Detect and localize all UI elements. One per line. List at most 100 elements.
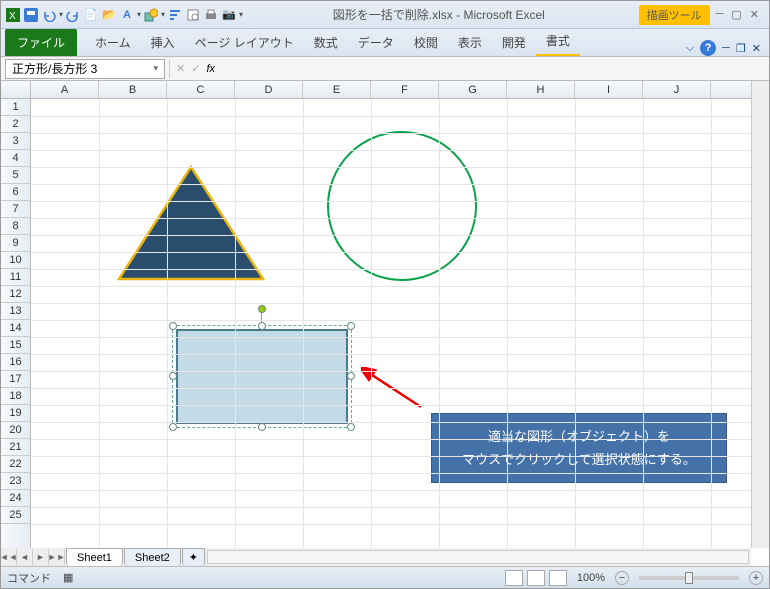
resize-handle-bl[interactable] (169, 423, 177, 431)
row-header[interactable]: 12 (1, 286, 30, 303)
macro-record-icon[interactable]: ▦ (63, 571, 73, 584)
zoom-out-button[interactable]: − (615, 571, 629, 585)
resize-handle-tl[interactable] (169, 322, 177, 330)
close-icon[interactable]: ✕ (750, 8, 759, 21)
camera-icon[interactable]: 📷 (221, 7, 237, 23)
name-box-dropdown-icon[interactable]: ▾ (153, 63, 158, 74)
resize-handle-mr[interactable] (347, 372, 355, 380)
resize-handle-br[interactable] (347, 423, 355, 431)
shapes-dropdown[interactable]: ▾ (161, 10, 165, 19)
row-header[interactable]: 20 (1, 422, 30, 439)
tab-formulas[interactable]: 数式 (304, 29, 348, 56)
row-header[interactable]: 1 (1, 99, 30, 116)
save-icon[interactable] (23, 7, 39, 23)
row-header[interactable]: 6 (1, 184, 30, 201)
shapes-icon[interactable] (143, 7, 159, 23)
workbook-minimize-icon[interactable]: ─ (722, 42, 730, 54)
print-icon[interactable] (203, 7, 219, 23)
sheet-tab-2[interactable]: Sheet2 (124, 548, 181, 566)
tab-home[interactable]: ホーム (85, 29, 141, 56)
col-header[interactable]: E (303, 81, 371, 98)
row-header[interactable]: 24 (1, 490, 30, 507)
ribbon-collapse-icon[interactable]: ⌵ (686, 42, 694, 55)
qat-a-icon[interactable]: A (119, 7, 135, 23)
tab-data[interactable]: データ (348, 29, 404, 56)
select-all-button[interactable] (1, 81, 31, 99)
row-header[interactable]: 5 (1, 167, 30, 184)
view-pagebreak-icon[interactable] (549, 570, 567, 586)
col-header[interactable]: G (439, 81, 507, 98)
col-header[interactable]: J (643, 81, 711, 98)
resize-handle-ml[interactable] (169, 372, 177, 380)
col-header[interactable]: C (167, 81, 235, 98)
cancel-icon[interactable]: ✕ (176, 62, 185, 75)
sort-icon[interactable] (167, 7, 183, 23)
tab-format[interactable]: 書式 (536, 27, 580, 56)
qat-a-dropdown[interactable]: ▾ (137, 10, 141, 19)
row-header[interactable]: 13 (1, 303, 30, 320)
undo-dropdown[interactable]: ▾ (59, 10, 63, 19)
row-header[interactable]: 9 (1, 235, 30, 252)
sheet-tab-1[interactable]: Sheet1 (66, 548, 123, 566)
sheet-nav-first[interactable]: ◄◄ (1, 549, 17, 565)
enter-icon[interactable]: ✓ (191, 62, 200, 75)
help-icon[interactable]: ? (700, 40, 716, 56)
vertical-scrollbar[interactable] (751, 81, 769, 548)
sheet-nav-last[interactable]: ►► (49, 549, 65, 565)
workbook-close-icon[interactable]: ✕ (752, 42, 761, 55)
sheet-nav-next[interactable]: ► (33, 549, 49, 565)
new-icon[interactable]: 📄 (83, 7, 99, 23)
maximize-icon[interactable]: ▢ (731, 8, 741, 21)
circle-shape[interactable] (327, 131, 477, 281)
rotate-handle[interactable] (258, 305, 266, 313)
name-box[interactable]: 正方形/長方形 3 ▾ (5, 59, 165, 79)
open-icon[interactable]: 📂 (101, 7, 117, 23)
row-header[interactable]: 22 (1, 456, 30, 473)
zoom-slider[interactable] (639, 576, 739, 580)
tab-file[interactable]: ファイル (5, 29, 77, 56)
resize-handle-tc[interactable] (258, 322, 266, 330)
view-normal-icon[interactable] (505, 570, 523, 586)
tab-insert[interactable]: 挿入 (141, 29, 185, 56)
sheet-nav-prev[interactable]: ◄ (17, 549, 33, 565)
row-header[interactable]: 19 (1, 405, 30, 422)
undo-icon[interactable] (41, 7, 57, 23)
row-header[interactable]: 4 (1, 150, 30, 167)
row-header[interactable]: 2 (1, 116, 30, 133)
tab-view[interactable]: 表示 (448, 29, 492, 56)
row-header[interactable]: 3 (1, 133, 30, 150)
fx-icon[interactable]: fx (206, 63, 215, 75)
row-header[interactable]: 23 (1, 473, 30, 490)
row-header[interactable]: 14 (1, 320, 30, 337)
col-header[interactable]: A (31, 81, 99, 98)
new-sheet-icon[interactable]: ✦ (182, 548, 205, 566)
col-header[interactable]: F (371, 81, 439, 98)
rectangle-shape-selected[interactable] (176, 329, 348, 424)
cells-viewport[interactable]: 適当な図形（オブジェクト）を マウスでクリックして選択状態にする。 (31, 99, 751, 548)
col-header[interactable]: I (575, 81, 643, 98)
row-header[interactable]: 11 (1, 269, 30, 286)
row-header[interactable]: 10 (1, 252, 30, 269)
resize-handle-tr[interactable] (347, 322, 355, 330)
workbook-restore-icon[interactable]: ❐ (736, 42, 746, 55)
row-header[interactable]: 17 (1, 371, 30, 388)
row-header[interactable]: 7 (1, 201, 30, 218)
formula-input[interactable] (221, 60, 763, 78)
resize-handle-bc[interactable] (258, 423, 266, 431)
row-header[interactable]: 8 (1, 218, 30, 235)
redo-icon[interactable] (65, 7, 81, 23)
row-header[interactable]: 25 (1, 507, 30, 524)
tab-pagelayout[interactable]: ページ レイアウト (185, 29, 304, 56)
col-header[interactable]: D (235, 81, 303, 98)
horizontal-scrollbar[interactable] (207, 550, 749, 564)
col-header[interactable]: B (99, 81, 167, 98)
col-header[interactable]: H (507, 81, 575, 98)
preview-icon[interactable] (185, 7, 201, 23)
minimize-icon[interactable]: ─ (716, 8, 724, 21)
row-header[interactable]: 15 (1, 337, 30, 354)
row-header[interactable]: 16 (1, 354, 30, 371)
zoom-thumb[interactable] (685, 572, 693, 584)
view-pagelayout-icon[interactable] (527, 570, 545, 586)
zoom-level[interactable]: 100% (577, 572, 605, 584)
worksheet-grid[interactable]: A B C D E F G H I J 12345678910111213141… (1, 81, 769, 566)
